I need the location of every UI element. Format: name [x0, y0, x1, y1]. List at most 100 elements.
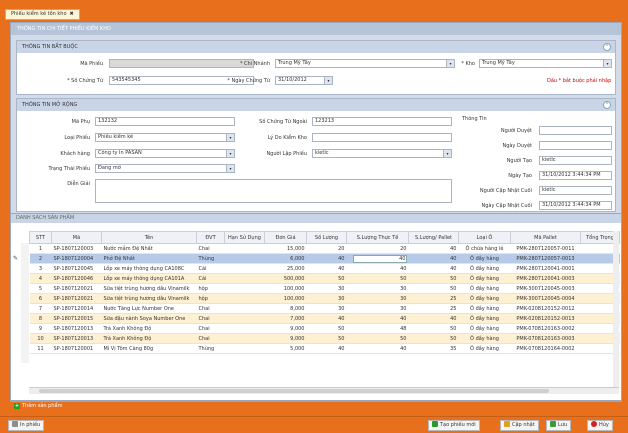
chevron-down-icon[interactable]: ▾	[226, 134, 234, 141]
table-cell: Lốp xe máy thông dụng CA101A	[101, 273, 197, 284]
table-cell: 50	[408, 283, 459, 294]
table-cell: PMK-0708120163-0002	[510, 323, 581, 334]
table-row[interactable]: 10 SP-1807120013 Trà Xanh Không Độ Chai 9,00…	[29, 333, 620, 344]
table-cell: 40	[306, 253, 347, 264]
column-header[interactable]: Loại Ô	[458, 231, 511, 244]
table-row[interactable]: 4 SP-1807120046 Lốp xe máy thông dụng CA10…	[29, 273, 620, 284]
trang-thai-label: Trạng Thái Phiếu	[48, 166, 90, 172]
thong-tin-label: Thông Tin	[462, 116, 487, 122]
new-button[interactable]: Tạo phiếu mới	[428, 420, 480, 431]
ngay-chung-tu-label: * Ngày Chứng Từ	[227, 78, 270, 84]
column-header[interactable]: Tên	[101, 231, 197, 244]
table-row[interactable]: 2 SP-1807120004 Phở Đệ Nhất Thùng 6,000 40 40 4…	[29, 253, 620, 264]
nguoi-duyet-input	[539, 126, 612, 135]
column-header[interactable]: Hạn Sử Dụng	[224, 231, 265, 244]
calendar-icon[interactable]: ▾	[324, 77, 332, 84]
column-header[interactable]: STT	[29, 231, 52, 244]
plus-icon	[432, 421, 438, 427]
table-cell	[224, 243, 265, 254]
table-cell: Sữa tiệt trùng hương dâu Vinamilk	[101, 293, 197, 304]
column-header[interactable]: Đơn Giá	[264, 231, 307, 244]
table-cell	[224, 303, 265, 314]
table-row[interactable]: 7 SP-1807120014 Nước Tăng Lực Number One Ch…	[29, 303, 620, 314]
required-section: THÔNG TIN BẮT BUỘC ⌃ Mã Phiếu * Chi Nhánh…	[16, 40, 616, 95]
add-product-button[interactable]: + Thêm sản phẩm	[14, 403, 62, 409]
table-cell: Nước Tăng Lực Number One	[101, 303, 197, 314]
column-header[interactable]: Số Lượng	[306, 231, 347, 244]
column-header[interactable]: Mã Pallet	[510, 231, 581, 244]
table-row[interactable]: 6 SP-1807120021 Sữa tiệt trùng hương dâu V…	[29, 293, 620, 304]
table-cell: Ô đầy hàng	[458, 323, 511, 334]
scroll-thumb[interactable]	[39, 389, 549, 393]
update-label: Cập nhật	[512, 422, 535, 428]
tab-phieu-kiem-ke[interactable]: Phiếu kiểm kê tồn kho ✖	[5, 9, 80, 20]
vertical-scrollbar[interactable]	[613, 231, 619, 387]
table-row[interactable]: 3 SP-1807120045 Lốp xe máy thông dụng CA10…	[29, 263, 620, 274]
khach-hang-select[interactable]: Công ty In PASAN ▾	[95, 149, 235, 158]
table-row[interactable]: 8 SP-1807120015 Sữa đậu nành Soya Number O…	[29, 313, 620, 324]
table-row[interactable]: 11 SP-1807120001 Mì Vị Tôm Càng 80g Thùng 5,…	[29, 343, 620, 354]
ngay-chung-tu-date[interactable]: 31/10/2012 ▾	[275, 76, 333, 85]
table-cell: 40	[346, 263, 409, 274]
chevron-down-icon[interactable]: ▾	[226, 150, 234, 157]
table-cell: 48	[346, 323, 409, 334]
cell-editor-input[interactable]: 40	[352, 254, 407, 263]
collapse-icon[interactable]: ⌃	[603, 43, 611, 51]
nguoi-duyet-label: Người Duyệt	[500, 128, 532, 134]
ngay-tao-input: 31/10/2012 3:44:34 PM	[539, 171, 612, 180]
print-button[interactable]: In phiếu	[8, 420, 45, 431]
chi-nhanh-select[interactable]: Trung Mỹ Tây ▾	[275, 59, 455, 68]
table-cell: SP-1807120013	[51, 323, 102, 334]
column-header[interactable]: S.Lượng/ Pallet	[408, 231, 459, 244]
column-header[interactable]: ĐVT	[196, 231, 225, 244]
kho-select[interactable]: Trung Mỹ Tây ▾	[479, 59, 612, 68]
ma-phu-input[interactable]: 132132	[95, 117, 235, 126]
ma-phieu-input[interactable]	[109, 59, 254, 68]
column-header[interactable]: Mã	[51, 231, 102, 244]
product-grid: DANH SÁCH SẢN PHẨM ✎ STT Mã Tên ĐVT Hạn Sử D…	[10, 213, 622, 401]
table-row[interactable]: 1 SP-1807120003 Nước mắm Đệ Nhất Chai 15,000…	[29, 243, 620, 254]
chevron-down-icon[interactable]: ▾	[443, 150, 451, 157]
tab-label: Phiếu kiểm kê tồn kho	[11, 11, 67, 17]
new-label: Tạo phiếu mới	[440, 422, 476, 428]
dien-giai-textarea[interactable]	[95, 179, 452, 203]
table-cell: 30	[306, 283, 347, 294]
horizontal-scrollbar[interactable]	[29, 387, 619, 394]
update-button[interactable]: Cập nhật	[500, 420, 539, 431]
table-cell[interactable]: 40	[346, 253, 409, 264]
collapse-icon[interactable]: ⌃	[603, 101, 611, 109]
table-cell	[224, 313, 265, 324]
product-table: STT Mã Tên ĐVT Hạn Sử Dụng Đơn Giá Số Lượng S.L…	[29, 231, 620, 354]
column-header[interactable]: S.Lượng Thực Tế	[346, 231, 409, 244]
chevron-down-icon[interactable]: ▾	[446, 60, 454, 67]
so-ct-ngoai-input[interactable]: 123213	[312, 117, 452, 126]
table-cell: SP-1807120013	[51, 333, 102, 344]
table-cell: Trà Xanh Không Độ	[101, 333, 197, 344]
ma-phu-label: Mã Phụ	[71, 119, 90, 125]
loai-phieu-select[interactable]: Phiếu kiểm kê ▾	[95, 133, 235, 142]
table-row[interactable]: 9 SP-1807120013 Trà Xanh Không Độ Chai 9,000…	[29, 323, 620, 334]
table-cell: 30	[306, 303, 347, 314]
cancel-button[interactable]: Hủy	[587, 420, 613, 431]
extended-section-title: THÔNG TIN MỞ RỘNG	[22, 102, 78, 108]
table-cell: 7,000	[264, 313, 307, 324]
table-cell: hộp	[196, 293, 225, 304]
nguoi-lap-select[interactable]: kietlc ▾	[312, 149, 452, 158]
table-cell: 8	[29, 313, 52, 324]
table-cell: 50	[346, 333, 409, 344]
chi-nhanh-label: * Chi Nhánh	[239, 61, 270, 67]
table-cell: 7	[29, 303, 52, 314]
table-cell: hộp	[196, 283, 225, 294]
grid-title: DANH SÁCH SẢN PHẨM	[11, 214, 621, 223]
save-button[interactable]: Lưu	[546, 420, 572, 431]
trang-thai-select[interactable]: Đang mở ▾	[95, 164, 235, 173]
table-cell: 50	[306, 333, 347, 344]
chevron-down-icon[interactable]: ▾	[603, 60, 611, 67]
plus-icon: +	[14, 403, 20, 409]
table-cell: 30	[346, 303, 409, 314]
table-row[interactable]: 5 SP-1807120021 Sữa tiệt trùng hương dâu V…	[29, 283, 620, 294]
table-cell: 35	[408, 343, 459, 354]
chevron-down-icon[interactable]: ▾	[226, 165, 234, 172]
close-tab-icon[interactable]: ✖	[70, 11, 74, 17]
ly-do-input[interactable]	[312, 133, 452, 142]
